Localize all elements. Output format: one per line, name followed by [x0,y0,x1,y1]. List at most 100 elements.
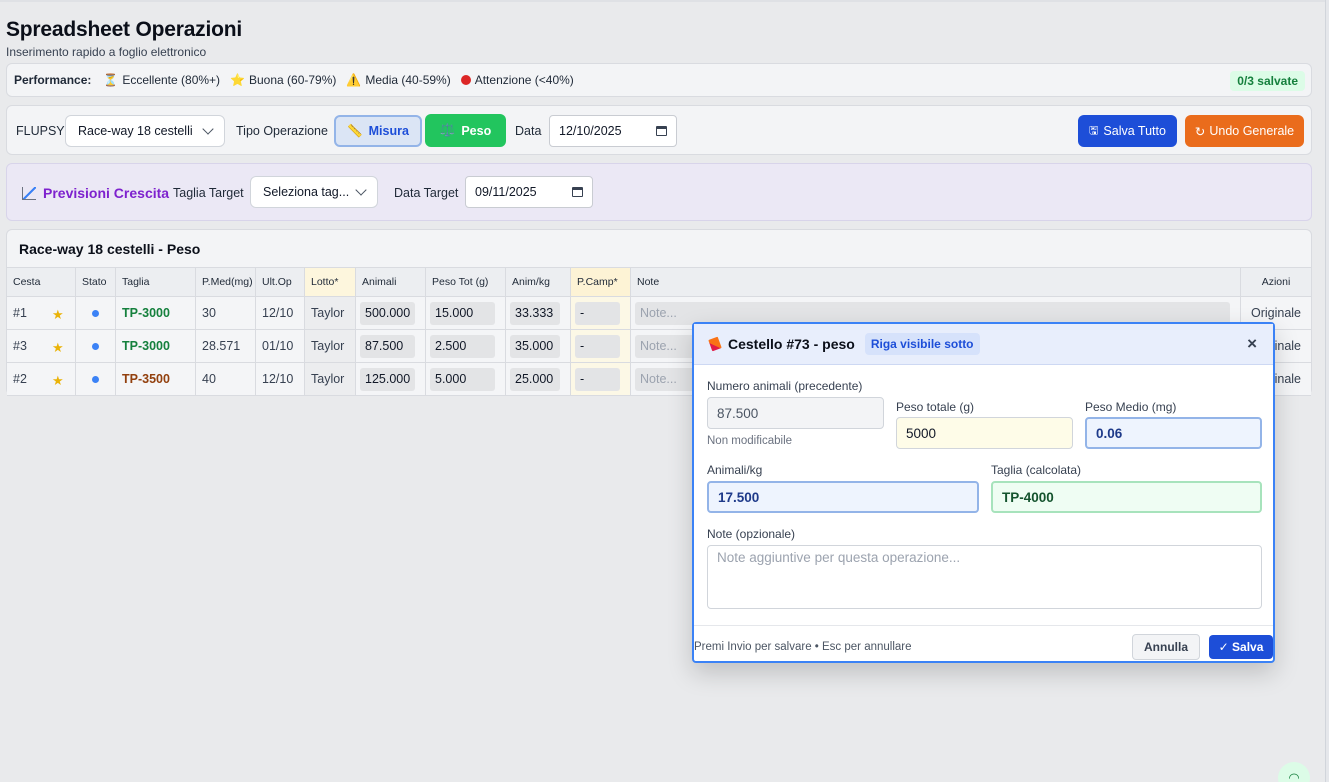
modal-header: Cestello #73 - peso Riga visibile sotto … [694,324,1273,365]
page-title: Spreadsheet Operazioni [6,18,243,41]
save-button[interactable]: ✓ Salva [1209,635,1273,659]
operation-date-value: 12/10/2025 [559,124,622,138]
forecast-title-text: Previsioni Crescita [43,185,170,201]
col-header-note[interactable]: Note [631,268,1241,296]
animali-input[interactable]: 125.000 [360,367,415,391]
cesta-cell: #3 ★ [7,330,76,362]
animkg-input[interactable]: 25.000 [510,367,560,391]
lotto-cell[interactable]: Taylor [305,363,356,395]
calendar-icon[interactable] [572,187,583,197]
edit-basket-modal: Cestello #73 - peso Riga visibile sotto … [692,322,1275,663]
taglia-value: TP-3000 [122,339,170,353]
close-icon[interactable]: × [1247,334,1257,354]
data-label: Data [515,124,542,138]
star-icon: ⭐ [230,73,245,87]
stato-cell [76,297,116,329]
legend-buona: ⭐ Buona (60-79%) [230,73,336,87]
animkg-input[interactable]: 17.500 [707,481,979,513]
chart-icon [22,186,36,200]
undo-all-button[interactable]: ↻ Undo Generale [1185,115,1304,147]
animkg-input[interactable]: 35.000 [510,334,560,358]
col-header-peso-tot[interactable]: Peso Tot (g) [426,268,506,296]
undo-all-label: Undo Generale [1209,124,1295,138]
animali-input[interactable]: 500.000 [360,301,415,325]
animkg-cell: 25.000 [506,363,571,395]
col-header-ultop[interactable]: Ult.Op [256,268,305,296]
growth-forecast-panel: Previsioni Crescita Taglia Target Selezi… [6,163,1312,221]
table-title: Race-way 18 cestelli - Peso [19,241,201,257]
peso-input[interactable]: 2.500 [430,334,495,358]
performance-legend: Performance: ⏳ Eccellente (80%+) ⭐ Buona… [6,63,1312,97]
wifi-icon[interactable]: ◠ [1278,762,1310,782]
animali-input[interactable]: 87.500 [360,334,415,358]
pcamp-input[interactable]: - [575,301,620,325]
cesta-cell: #2 ★ [7,363,76,395]
peso-button-label: Peso [461,123,492,138]
taglia-value: TP-3500 [122,372,170,386]
performance-label: Performance: [14,73,92,87]
col-header-pmed[interactable]: P.Med(mg) [196,268,256,296]
star-icon: ★ [52,373,64,388]
read-only-hint: Non modificabile [707,435,793,447]
misura-button[interactable]: 📏 Misura [334,115,422,147]
legend-buona-text: Buona (60-79%) [249,73,337,87]
col-header-cesta[interactable]: Cesta [7,268,76,296]
peso-cell: 15.000 [426,297,506,329]
warning-icon: ⚠️ [346,73,362,87]
floppy-icon: 🖫 [1089,124,1099,137]
peso-input[interactable]: 15.000 [430,301,495,325]
col-header-lotto[interactable]: Lotto* [305,268,356,296]
hourglass-icon: ⏳ [103,73,119,87]
col-header-stato[interactable]: Stato [76,268,116,296]
pcamp-input[interactable]: - [575,334,620,358]
ruler-icon: 📏 [347,123,363,138]
lotto-cell[interactable]: Taylor [305,297,356,329]
top-border [0,0,1329,2]
legend-attenzione: Attenzione (<40%) [460,73,574,87]
status-dot-icon [92,309,99,317]
col-header-taglia[interactable]: Taglia [116,268,196,296]
status-dot-icon [92,342,99,350]
animkg-label: Animali/kg [707,463,763,477]
cancel-button[interactable]: Annulla [1132,634,1200,660]
flupsy-select[interactable]: Race-way 18 cestelli [65,115,225,147]
pencil-icon [708,336,722,352]
save-all-label: Salva Tutto [1103,124,1166,138]
baskets-grid: Cesta Stato Taglia P.Med(mg) Ult.Op Lott… [7,267,1311,396]
lotto-cell[interactable]: Taylor [305,330,356,362]
pmed-cell: 30 [196,297,256,329]
target-size-value: Seleziona tag... [263,185,350,199]
red-dot-icon [460,75,471,85]
scrollbar[interactable] [1325,0,1329,782]
visible-row-badge: Riga visibile sotto [864,333,980,355]
taglia-label: Taglia (calcolata) [991,463,1082,477]
target-date-input[interactable]: 09/11/2025 [465,176,593,208]
peso-totale-label: Peso totale (g) [896,400,975,414]
legend-eccellente-text: Eccellente (80%+) [122,73,221,87]
operation-toolbar: FLUPSY Race-way 18 cestelli Tipo Operazi… [6,105,1312,155]
status-dot-icon [92,375,99,383]
tipo-operazione-label: Tipo Operazione [236,124,328,138]
peso-totale-input[interactable]: 5000 [896,417,1073,449]
undo-icon: ↻ [1194,124,1206,139]
target-size-label: Taglia Target [173,186,244,200]
col-header-pcamp[interactable]: P.Camp* [571,268,631,296]
taglia-cell: TP-3000 [116,330,196,362]
col-header-animkg[interactable]: Anim/kg [506,268,571,296]
col-header-animali[interactable]: Animali [356,268,426,296]
saved-count-badge: 0/3 salvate [1230,71,1305,91]
peso-input[interactable]: 5.000 [430,367,495,391]
calendar-icon[interactable] [656,126,667,136]
star-icon: ★ [52,307,64,322]
peso-cell: 2.500 [426,330,506,362]
peso-button[interactable]: ⚖️ Peso [425,114,506,147]
target-size-select[interactable]: Seleziona tag... [250,176,378,208]
pmed-cell: 40 [196,363,256,395]
pcamp-input[interactable]: - [575,367,620,391]
save-all-button[interactable]: 🖫 Salva Tutto [1078,115,1177,147]
peso-medio-input[interactable]: 0.06 [1085,417,1262,449]
forecast-title: Previsioni Crescita [22,185,169,201]
note-textarea[interactable]: Note aggiuntive per questa operazione... [707,545,1262,609]
animkg-input[interactable]: 33.333 [510,301,560,325]
operation-date-input[interactable]: 12/10/2025 [549,115,677,147]
